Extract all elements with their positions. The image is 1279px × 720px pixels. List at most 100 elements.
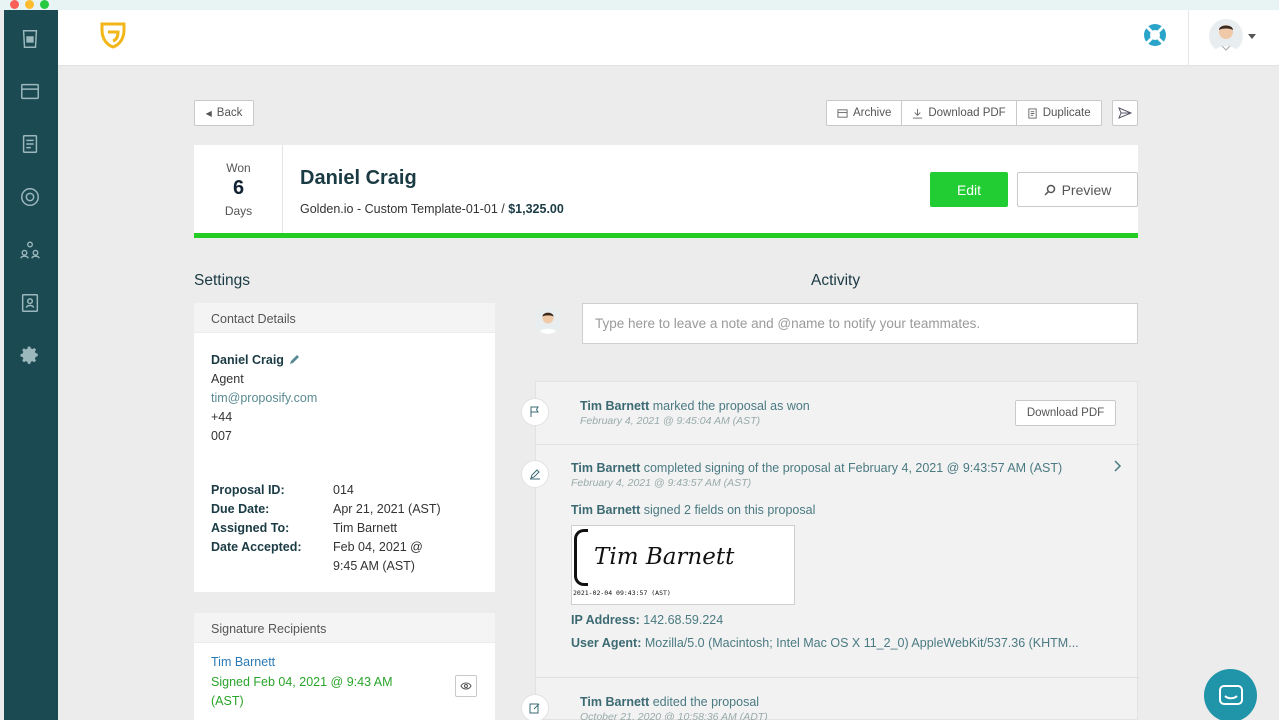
archive-button[interactable]: Archive [827,101,903,125]
activity-item-title: Tim Barnett edited the proposal [580,695,759,709]
signature-pen-icon [521,460,549,488]
field-value-due-date: Apr 21, 2021 (AST) [333,502,441,516]
window-chrome [0,0,1279,10]
contact-name: Daniel Craig [211,353,284,367]
proposals-icon[interactable] [17,26,43,52]
edit-button[interactable]: Edit [930,172,1008,207]
duplicate-button[interactable]: Duplicate [1017,101,1101,125]
signature-stamp: 2021-02-04 09:43:57 (AST) [573,589,671,597]
download-icon [913,108,923,119]
won-status-bar [194,233,1138,238]
user-agent-label: User Agent: [571,636,642,650]
field-value-assigned-to: Tim Barnett [333,521,398,535]
won-days-unit: Days [224,204,253,218]
duplicate-label: Duplicate [1042,107,1091,119]
chevron-right-icon[interactable] [1113,460,1122,472]
contact-phone-line2: 007 [211,429,232,443]
activity-download-pdf-button[interactable]: Download PDF [1015,400,1116,426]
signature-recipients-heading: Signature Recipients [194,613,495,643]
activity-actor[interactable]: Tim Barnett [571,461,640,475]
activity-action: edited the proposal [652,695,760,709]
activity-actor[interactable]: Tim Barnett [580,399,649,413]
activity-action: completed signing of the proposal at Feb… [643,461,1063,475]
pencil-edit-icon[interactable] [288,354,300,366]
activity-feed: Tim Barnett marked the proposal as won F… [521,381,1139,720]
user-agent-row: User Agent: Mozilla/5.0 (Macintosh; Inte… [571,636,1079,650]
golden-logo-icon[interactable] [98,20,128,50]
maximize-window-dot[interactable] [40,0,49,9]
send-icon [1118,107,1132,119]
signature-script: Tim Barnett [594,544,735,570]
back-button[interactable]: ◀ Back [194,100,254,126]
team-icon[interactable] [17,237,43,263]
templates-icon[interactable] [17,131,43,157]
activity-timestamp: February 4, 2021 @ 9:45:04 AM (AST) [580,415,761,427]
field-value-date-accepted-time: 9:45 AM (AST) [333,559,415,573]
search-icon [1044,184,1055,196]
proposal-subtitle: Golden.io - Custom Template-01-01 / $1,3… [300,202,564,216]
field-value-proposal-id: 014 [333,483,354,497]
field-key-assigned-to: Assigned To: [211,521,290,535]
chat-bubble-icon[interactable] [1204,669,1257,720]
topbar-divider [1188,10,1189,66]
preview-label: Preview [1061,181,1112,198]
archive-box-icon[interactable] [17,78,43,104]
signed-actor[interactable]: Tim Barnett [571,503,640,517]
back-label: Back [216,107,243,119]
minimize-window-dot[interactable] [25,0,34,9]
send-button[interactable] [1112,100,1138,126]
top-bar [58,10,1279,66]
activity-action: marked the proposal as won [652,399,810,413]
recipient-name[interactable]: Tim Barnett [211,655,275,669]
proposal-template-name: Golden.io - Custom Template-01-01 / [300,202,505,216]
ip-address-value: 142.68.59.224 [643,613,724,627]
signature-recipients-panel: Signature Recipients Tim Barnett Signed … [194,613,495,720]
signed-fields-text: Tim Barnett signed 2 fields on this prop… [571,503,815,517]
user-avatar[interactable] [1209,19,1243,53]
target-icon[interactable] [17,184,43,210]
field-key-due-date: Due Date: [211,502,270,516]
field-key-date-accepted: Date Accepted: [211,540,302,554]
signature-image: Tim Barnett 2021-02-04 09:43:57 (AST) [571,525,795,605]
view-signature-button[interactable] [455,675,477,697]
activity-timestamp: February 4, 2021 @ 9:43:57 AM (AST) [571,477,752,489]
won-label: Won [226,161,251,175]
signed-fields-description: signed 2 fields on this proposal [643,503,816,517]
lifebuoy-icon[interactable] [1142,22,1168,48]
duplicate-icon [1028,107,1037,119]
preview-button[interactable]: Preview [1017,172,1138,207]
edit-note-icon [521,694,549,720]
contact-role: Agent [211,372,244,386]
feed-divider [536,677,1139,678]
won-days-count: 6 [232,177,245,199]
proposal-toolbar: Archive Download PDF Duplicate [826,100,1102,126]
activity-item-title: Tim Barnett marked the proposal as won [580,399,810,413]
activity-item-title: Tim Barnett completed signing of the pro… [571,461,1062,475]
contacts-icon[interactable] [17,290,43,316]
contact-details-panel: Contact Details Daniel Craig Agent tim@p… [194,303,495,592]
download-pdf-label: Download PDF [928,107,1006,119]
proposal-header-card: Won 6 Days Daniel Craig Golden.io - Cust… [194,145,1138,238]
settings-title: Settings [194,272,251,289]
field-key-proposal-id: Proposal ID: [211,483,285,497]
flag-icon [521,398,549,426]
sidebar [4,10,58,720]
ip-address-label: IP Address: [571,613,640,627]
close-window-dot[interactable] [10,0,19,9]
eye-icon [460,682,472,690]
activity-note-input[interactable] [582,303,1138,344]
contact-name-row: Daniel Craig [211,353,300,367]
user-agent-value: Mozilla/5.0 (Macintosh; Intel Mac OS X 1… [644,636,1079,650]
recipient-signed-status: Signed Feb 04, 2021 @ 9:43 AM (AST) [211,675,393,708]
download-pdf-button[interactable]: Download PDF [902,101,1017,125]
feed-divider [536,444,1139,445]
archive-icon [837,108,848,118]
contact-email[interactable]: tim@proposify.com [211,391,317,405]
chevron-left-icon: ◀ [205,108,212,118]
settings-gear-icon[interactable] [17,343,43,369]
activity-title: Activity [811,272,861,289]
user-menu-caret-icon[interactable] [1248,34,1256,39]
contact-phone-line1: +44 [211,410,233,424]
activity-actor[interactable]: Tim Barnett [580,695,649,709]
client-name: Daniel Craig [300,167,417,189]
